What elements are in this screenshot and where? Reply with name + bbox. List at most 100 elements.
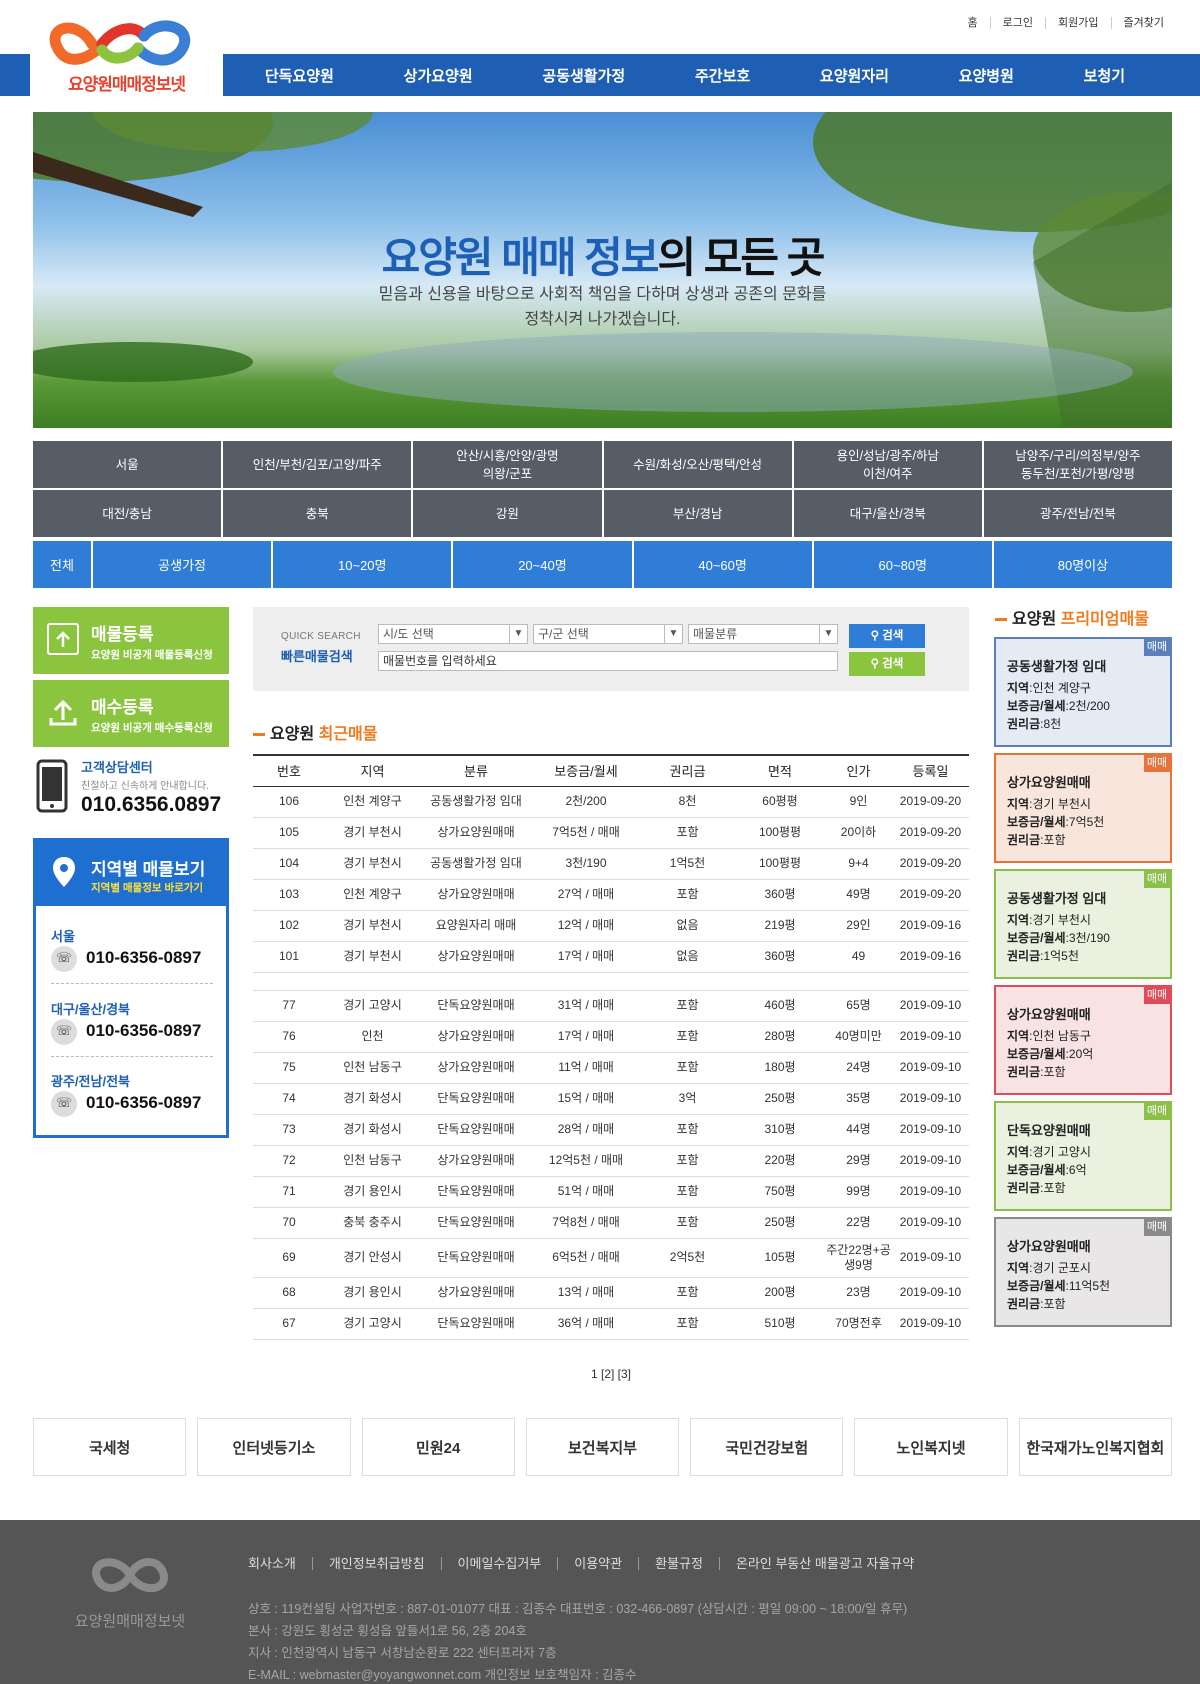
- capacity-item[interactable]: 20~40명: [453, 541, 632, 588]
- table-cell: 2019-09-20: [892, 786, 969, 818]
- table-cell: 주간22명+공 생9명: [825, 1238, 892, 1278]
- region-item[interactable]: 안산/시흥/안양/광명 의왕/군포: [413, 441, 602, 488]
- partner-banner[interactable]: 민원24: [361, 1418, 515, 1476]
- capacity-item[interactable]: 공생가정: [93, 541, 272, 588]
- table-cell: 68: [253, 1277, 325, 1309]
- region-contacts-header[interactable]: 지역별 매물보기 지역별 매물정보 바로가기: [36, 841, 226, 906]
- table-cell: 인천 남동구: [325, 1052, 420, 1084]
- table-row[interactable]: 71 경기 용인시 단독요양원매매 51억 / 매매 포함 750평 99명 2019-09-…: [253, 1176, 969, 1208]
- nav-item-daycare[interactable]: 주간보호: [695, 65, 750, 86]
- premium-title-a: 요양원: [1012, 611, 1061, 628]
- table-row[interactable]: 69 경기 안성시 단독요양원매매 6억5천 / 매매 2억5천 105평 주간22명+공 …: [253, 1238, 969, 1278]
- premium-card[interactable]: 매매 상가요양원매매 지역:인천 남동구 보증금/월세:20억 권리금:포함: [994, 985, 1172, 1095]
- region-item[interactable]: 부산/경남: [603, 490, 792, 537]
- capacity-item[interactable]: 10~20명: [273, 541, 452, 588]
- region-item[interactable]: 광주/전남/전북: [983, 490, 1173, 537]
- table-cell: 2019-09-10: [892, 990, 969, 1022]
- footer-link[interactable]: 개인정보취급방침: [313, 1557, 442, 1570]
- region-item[interactable]: 용인/성남/광주/하남 이천/여주: [793, 441, 982, 488]
- footer-link[interactable]: 이메일수집거부: [442, 1557, 559, 1570]
- region-item[interactable]: 강원: [413, 490, 602, 537]
- capacity-all[interactable]: 전체: [33, 541, 91, 588]
- quick-search-label-ko: 빠른매물검색: [281, 649, 353, 664]
- region-item[interactable]: 수원/화성/오산/평택/안성: [603, 441, 792, 488]
- table-row[interactable]: 77 경기 고양시 단독요양원매매 31억 / 매매 포함 460평 65명 2019-09-…: [253, 990, 969, 1022]
- phone-icon: ☏: [51, 946, 77, 972]
- table-cell: 9인: [825, 786, 892, 818]
- login-link[interactable]: 로그인: [991, 17, 1047, 29]
- nav-item-hospital[interactable]: 요양병원: [959, 65, 1014, 86]
- premium-deposit-value: 20억: [1068, 1047, 1094, 1061]
- partner-banner[interactable]: 노인복지넷: [854, 1418, 1008, 1476]
- footer-link[interactable]: 이용약관: [558, 1557, 640, 1570]
- nav-item-group-home[interactable]: 공동생활가정: [542, 65, 625, 86]
- region-item[interactable]: 인천/부천/김포/고양/파주: [223, 441, 412, 488]
- table-row[interactable]: 103 인천 계양구 상가요양원매매 27억 / 매매 포함 360평 49명 2019-09…: [253, 879, 969, 911]
- pagination[interactable]: 1 [2] [3]: [253, 1367, 969, 1381]
- region-item[interactable]: 남양주/구리/의정부/양주 동두천/포천/가평/양평: [983, 441, 1173, 488]
- listing-number-input[interactable]: 매물번호를 입력하세요: [378, 651, 838, 671]
- bookmark-link[interactable]: 즐겨찾기: [1112, 17, 1176, 29]
- search-button-blue[interactable]: ⚲ 검색: [849, 624, 925, 648]
- district-select[interactable]: 구/군 선택 ▼: [533, 624, 683, 644]
- table-row[interactable]: 105 경기 부천시 상가요양원매매 7억5천 / 매매 포함 100평평 20이하 2019…: [253, 817, 969, 849]
- table-cell: 3천/190: [532, 848, 640, 880]
- region-item[interactable]: 충북: [223, 490, 412, 537]
- contact-phone[interactable]: 010-6356-0897: [86, 948, 201, 968]
- table-cell: 상가요양원매매: [420, 817, 532, 849]
- table-row[interactable]: 106 인천 계양구 공동생활가정 임대 2천/200 8천 60평평 9인 2019-09-…: [253, 786, 969, 818]
- partner-banner[interactable]: 한국재가노인복지협회: [1018, 1418, 1172, 1476]
- buy-register-button[interactable]: 매수등록 요양원 비공개 매수등록신청: [33, 680, 229, 747]
- contact-area: 서울: [51, 929, 75, 944]
- table-row[interactable]: 74 경기 화성시 단독요양원매매 15억 / 매매 3억 250평 35명 2019-09-…: [253, 1083, 969, 1115]
- footer-link[interactable]: 온라인 부동산 매물광고 자율규약: [720, 1557, 930, 1570]
- table-row[interactable]: 101 경기 부천시 상가요양원매매 17억 / 매매 없음 360평 49 2019-09-…: [253, 941, 969, 973]
- table-cell: 경기 용인시: [325, 1176, 420, 1208]
- table-row[interactable]: 73 경기 화성시 단독요양원매매 28억 / 매매 포함 310평 44명 2019-09-…: [253, 1114, 969, 1146]
- table-row[interactable]: 75 인천 남동구 상가요양원매매 11억 / 매매 포함 180평 24명 2019-09-…: [253, 1052, 969, 1084]
- home-link[interactable]: 홈: [956, 17, 991, 29]
- capacity-item[interactable]: 40~60명: [633, 541, 812, 588]
- table-row[interactable]: 104 경기 부천시 공동생활가정 임대 3천/190 1억5천 100평평 9+4 2019…: [253, 848, 969, 880]
- partner-banner[interactable]: 국세청: [33, 1418, 187, 1476]
- nav-item-commercial[interactable]: 상가요양원: [404, 65, 473, 86]
- premium-card[interactable]: 매매 공동생활가정 임대 지역:인천 계양구 보증금/월세:2천/200 권리금:8천: [994, 637, 1172, 747]
- table-row[interactable]: 102 경기 부천시 요양원자리 매매 12억 / 매매 없음 219평 29인 2019-0…: [253, 910, 969, 942]
- register-listing-button[interactable]: 매물등록 요양원 비공개 매물등록신청: [33, 607, 229, 674]
- table-cell: 44명: [825, 1114, 892, 1146]
- province-select[interactable]: 시/도 선택 ▼: [378, 624, 528, 644]
- partner-banner[interactable]: 보건복지부: [525, 1418, 680, 1476]
- footer-company-info: 상호 : 119컨설팅 사업자번호 : 887-01-01077 대표 : 김종…: [248, 1602, 908, 1616]
- premium-card[interactable]: 매매 상가요양원매매 지역:경기 부천시 보증금/월세:7억5천 권리금:포함: [994, 753, 1172, 863]
- table-row[interactable]: 70 충북 충주시 단독요양원매매 7억8천 / 매매 포함 250평 22명 2019-09…: [253, 1207, 969, 1239]
- footer-link[interactable]: 환불규정: [639, 1557, 720, 1570]
- premium-card[interactable]: 매매 공동생활가정 임대 지역:경기 부천시 보증금/월세:3천/190 권리금:1억5…: [994, 869, 1172, 979]
- nav-item-hearing-aid[interactable]: 보청기: [1084, 65, 1125, 86]
- table-cell: 2019-09-20: [892, 848, 969, 880]
- table-cell: 70명전후: [825, 1308, 892, 1340]
- table-cell: 360평: [735, 941, 825, 973]
- premium-tag: 매매: [1144, 755, 1170, 772]
- partner-banner[interactable]: 인터넷등기소: [197, 1418, 351, 1476]
- signup-link[interactable]: 회원가입: [1046, 17, 1112, 29]
- table-row[interactable]: 67 경기 고양시 단독요양원매매 36억 / 매매 포함 510평 70명전후 2019-0…: [253, 1308, 969, 1340]
- nav-item-standalone[interactable]: 단독요양원: [265, 65, 334, 86]
- table-row[interactable]: 72 인천 남동구 상가요양원매매 12억5천 / 매매 포함 220평 29명 2019-0…: [253, 1145, 969, 1177]
- capacity-item[interactable]: 80명이상: [993, 541, 1173, 588]
- footer-link[interactable]: 회사소개: [248, 1557, 313, 1570]
- region-item[interactable]: 서울: [33, 441, 222, 488]
- cs-phone[interactable]: 010.6356.0897: [81, 793, 221, 817]
- region-item[interactable]: 대전/충남: [33, 490, 222, 537]
- premium-card[interactable]: 매매 단독요양원매매 지역:경기 고양시 보증금/월세:6억 권리금:포함: [994, 1101, 1172, 1211]
- contact-phone[interactable]: 010-6356-0897: [86, 1021, 201, 1041]
- premium-card[interactable]: 매매 상가요양원매매 지역:경기 군포시 보증금/월세:11억5천 권리금:포함: [994, 1217, 1172, 1327]
- table-row[interactable]: 76 인천 상가요양원매매 17억 / 매매 포함 280평 40명미만 2019-09-10: [253, 1021, 969, 1053]
- nav-item-site[interactable]: 요양원자리: [820, 65, 889, 86]
- contact-phone[interactable]: 010-6356-0897: [86, 1093, 201, 1113]
- partner-banner[interactable]: 국민건강보험: [690, 1418, 844, 1476]
- capacity-item[interactable]: 60~80명: [813, 541, 992, 588]
- region-item[interactable]: 대구/울산/경북: [793, 490, 982, 537]
- category-select[interactable]: 매물분류 ▼: [688, 624, 838, 644]
- table-row[interactable]: 68 경기 용인시 상가요양원매매 13억 / 매매 포함 200평 23명 2019-09-…: [253, 1277, 969, 1309]
- search-button-green[interactable]: ⚲ 검색: [849, 652, 925, 676]
